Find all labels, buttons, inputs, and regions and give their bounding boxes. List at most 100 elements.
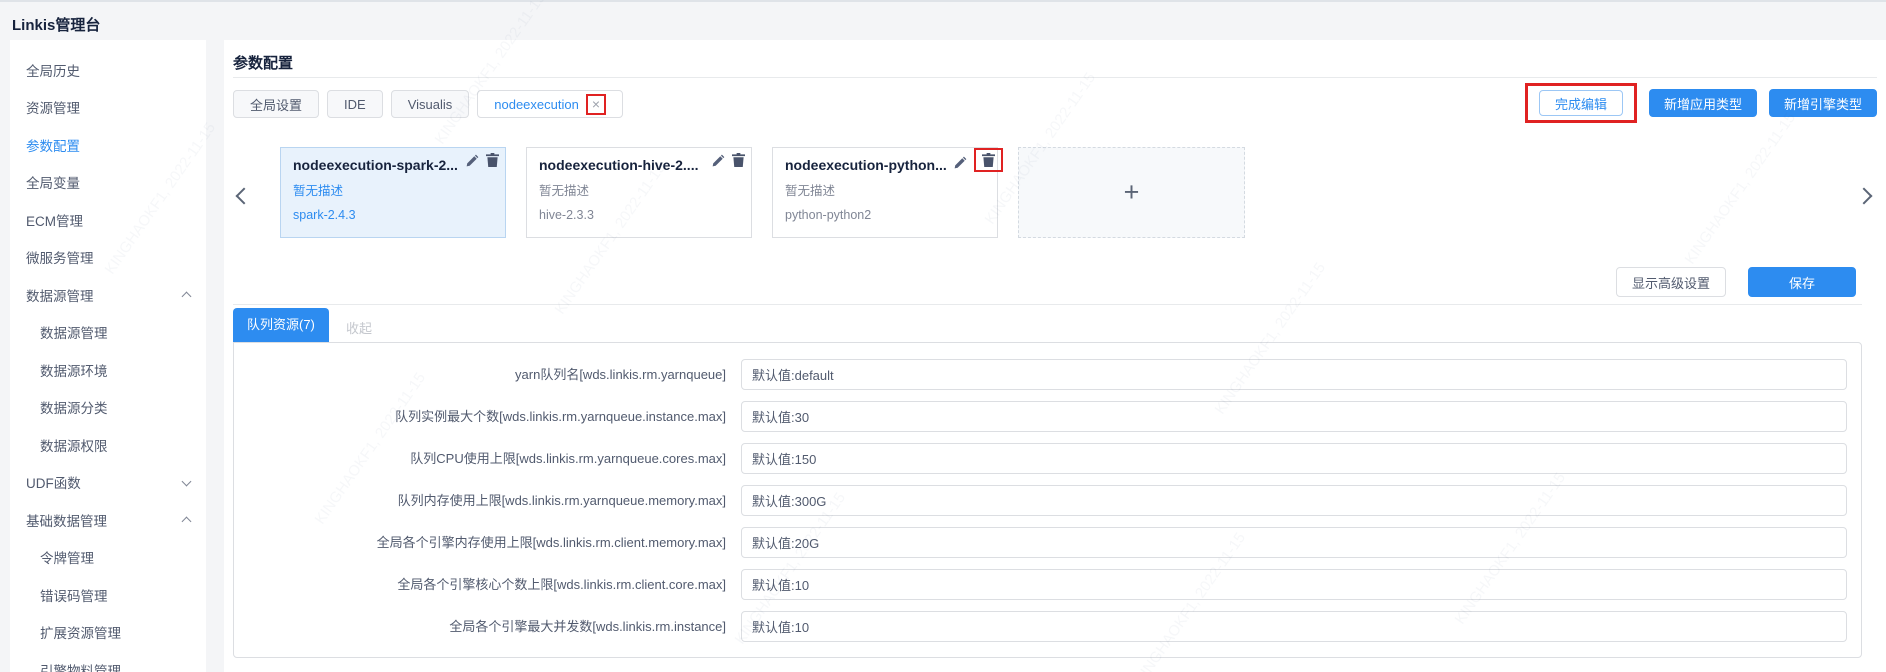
sidebar-item[interactable]: UDF函数 xyxy=(10,464,206,502)
category-tab[interactable]: IDE × xyxy=(327,90,383,118)
annotation-box: 完成编辑 xyxy=(1525,83,1637,123)
config-input[interactable] xyxy=(741,401,1847,432)
app-header: Linkis管理台 xyxy=(0,0,1886,40)
chevron-right-icon[interactable] xyxy=(1856,188,1873,205)
close-icon[interactable]: × xyxy=(592,96,600,112)
sidebar-item[interactable]: 扩展资源管理 xyxy=(10,614,206,652)
trash-icon[interactable] xyxy=(974,148,1003,172)
card-description: 暂无描述 xyxy=(293,180,493,199)
sidebar-item-label: 全局变量 xyxy=(26,172,190,192)
engine-card[interactable]: nodeexecution-spark-2... 暂无描述 spark-2.4.… xyxy=(280,147,506,238)
plus-icon: + xyxy=(1124,177,1140,208)
show-advanced-button[interactable]: 显示高级设置 xyxy=(1616,267,1726,297)
card-version: spark-2.4.3 xyxy=(293,208,493,222)
sidebar-item[interactable]: 微服务管理 xyxy=(10,239,206,277)
page-title: 参数配置 xyxy=(233,52,293,73)
config-label: 队列内存使用上限[wds.linkis.rm.yarnqueue.memory.… xyxy=(234,485,726,516)
engine-card[interactable]: nodeexecution-python... 暂无描述 python-pyth… xyxy=(772,147,998,238)
title-divider xyxy=(233,77,1877,78)
sidebar-item[interactable]: ECM管理 xyxy=(10,201,206,239)
save-button[interactable]: 保存 xyxy=(1748,267,1856,297)
config-form-panel: yarn队列名[wds.linkis.rm.yarnqueue] 队列实例最大个… xyxy=(233,342,1862,658)
trash-icon[interactable] xyxy=(732,153,745,167)
app-title: Linkis管理台 xyxy=(12,14,100,35)
top-actions: 完成编辑 新增应用类型 新增引擎类型 xyxy=(1525,83,1877,123)
sidebar-item[interactable]: 全局变量 xyxy=(10,164,206,202)
annotation-box: × xyxy=(586,94,606,115)
chevron-icon[interactable] xyxy=(182,292,192,302)
engine-card-list: nodeexecution-spark-2... 暂无描述 spark-2.4.… xyxy=(280,147,998,238)
sidebar-item-label: 令牌管理 xyxy=(40,547,190,567)
sidebar-item-label: 资源管理 xyxy=(26,97,190,117)
category-tab[interactable]: 全局设置 × xyxy=(233,90,319,118)
config-label: 全局各个引擎内存使用上限[wds.linkis.rm.client.memory… xyxy=(234,527,726,558)
pencil-icon[interactable] xyxy=(954,156,967,169)
add-engine-type-button[interactable]: 新增引擎类型 xyxy=(1769,89,1877,117)
card-icons xyxy=(466,153,499,167)
engine-card[interactable]: nodeexecution-hive-2.... 暂无描述 hive-2.3.3 xyxy=(526,147,752,238)
config-input[interactable] xyxy=(741,569,1847,600)
sidebar-item[interactable]: 资源管理 xyxy=(10,89,206,127)
sidebar-item-label: 数据源管理 xyxy=(40,322,190,342)
chevron-left-icon[interactable] xyxy=(236,188,253,205)
form-row: 队列内存使用上限[wds.linkis.rm.yarnqueue.memory.… xyxy=(234,485,1861,516)
tab-queue-resources[interactable]: 队列资源(7) xyxy=(233,308,329,342)
config-input[interactable] xyxy=(741,527,1847,558)
sidebar-item-label: 全局历史 xyxy=(26,60,190,80)
card-description: 暂无描述 xyxy=(785,180,985,199)
pencil-icon[interactable] xyxy=(466,154,479,167)
finish-edit-button[interactable]: 完成编辑 xyxy=(1539,90,1623,116)
tab-label: 全局设置 xyxy=(250,95,302,114)
main-content: 参数配置 全局设置 × IDE × Visualis × nodeexecuti… xyxy=(224,40,1886,672)
sidebar-item-label: 数据源管理 xyxy=(26,285,183,305)
config-input[interactable] xyxy=(741,359,1847,390)
form-row: 全局各个引擎核心个数上限[wds.linkis.rm.client.core.m… xyxy=(234,569,1861,600)
config-input[interactable] xyxy=(741,485,1847,516)
add-app-type-button[interactable]: 新增应用类型 xyxy=(1649,89,1757,117)
sidebar-item[interactable]: 令牌管理 xyxy=(10,539,206,577)
sidebar-item[interactable]: 引擎物料管理 xyxy=(10,651,206,672)
form-row: 队列CPU使用上限[wds.linkis.rm.yarnqueue.cores.… xyxy=(234,443,1861,474)
sidebar-item-label: 微服务管理 xyxy=(26,247,190,267)
settings-actions: 显示高级设置 保存 xyxy=(1616,267,1856,297)
sidebar-item[interactable]: 数据源管理 xyxy=(10,276,206,314)
sidebar-item-label: UDF函数 xyxy=(26,472,183,492)
sidebar-item-label: 扩展资源管理 xyxy=(40,622,190,642)
collapse-link[interactable]: 收起 xyxy=(346,318,372,337)
chevron-icon[interactable] xyxy=(182,476,192,486)
tab-label: IDE xyxy=(344,97,366,112)
sidebar-item-label: 数据源权限 xyxy=(40,435,190,455)
category-tabs: 全局设置 × IDE × Visualis × nodeexecution × xyxy=(233,90,631,118)
sidebar: 全局历史 资源管理 参数配置 全局变量 ECM管理 微服务管理 数据源管理 xyxy=(10,40,206,672)
pencil-icon[interactable] xyxy=(712,154,725,167)
add-engine-card[interactable]: + xyxy=(1018,147,1245,238)
config-label: 全局各个引擎最大并发数[wds.linkis.rm.instance] xyxy=(234,611,726,642)
sidebar-item-label: 引擎物料管理 xyxy=(40,660,190,672)
config-input[interactable] xyxy=(741,611,1847,642)
config-label: 队列CPU使用上限[wds.linkis.rm.yarnqueue.cores.… xyxy=(234,443,726,474)
card-version: python-python2 xyxy=(785,208,985,222)
sidebar-item[interactable]: 数据源环境 xyxy=(10,351,206,389)
config-label: 队列实例最大个数[wds.linkis.rm.yarnqueue.instanc… xyxy=(234,401,726,432)
tab-label: nodeexecution xyxy=(494,97,579,112)
card-version: hive-2.3.3 xyxy=(539,208,739,222)
config-input[interactable] xyxy=(741,443,1847,474)
sidebar-item[interactable]: 参数配置 xyxy=(10,126,206,164)
config-label: 全局各个引擎核心个数上限[wds.linkis.rm.client.core.m… xyxy=(234,569,726,600)
sidebar-item[interactable]: 数据源管理 xyxy=(10,314,206,352)
chevron-icon[interactable] xyxy=(182,517,192,527)
sidebar-item-label: ECM管理 xyxy=(26,210,190,230)
sidebar-item[interactable]: 基础数据管理 xyxy=(10,501,206,539)
sidebar-item[interactable]: 全局历史 xyxy=(10,51,206,89)
form-row: 队列实例最大个数[wds.linkis.rm.yarnqueue.instanc… xyxy=(234,401,1861,432)
sidebar-item[interactable]: 数据源分类 xyxy=(10,389,206,427)
category-tab[interactable]: nodeexecution × xyxy=(477,90,623,118)
card-icons xyxy=(954,153,991,172)
sidebar-item-label: 参数配置 xyxy=(26,135,190,155)
sidebar-item-label: 数据源环境 xyxy=(40,360,190,380)
trash-icon[interactable] xyxy=(486,153,499,167)
sidebar-item[interactable]: 错误码管理 xyxy=(10,576,206,614)
sidebar-item[interactable]: 数据源权限 xyxy=(10,426,206,464)
section-divider xyxy=(233,304,1862,305)
category-tab[interactable]: Visualis × xyxy=(391,90,470,118)
